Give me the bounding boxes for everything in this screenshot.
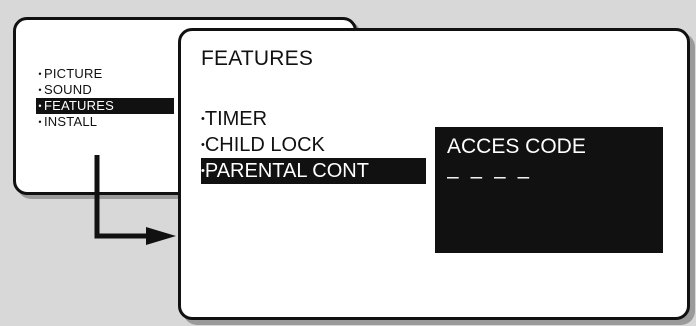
access-code-label: ACCES CODE bbox=[447, 135, 586, 158]
menu-item-label: CHILD LOCK bbox=[204, 134, 325, 156]
menu-item-parental-cont[interactable]: •PARENTAL CONT bbox=[201, 158, 426, 184]
menu-item-label: PARENTAL CONT bbox=[204, 160, 369, 182]
menu-item-child-lock[interactable]: •CHILD LOCK bbox=[201, 132, 426, 158]
menu-item-label: TIMER bbox=[204, 108, 268, 130]
features-panel: FEATURES •TIMER •CHILD LOCK •PARENTAL CO… bbox=[178, 28, 690, 320]
page-title: FEATURES bbox=[201, 47, 314, 70]
access-code-box[interactable]: ACCES CODE – – – – bbox=[435, 127, 663, 253]
menu-item-timer[interactable]: •TIMER bbox=[201, 106, 426, 132]
access-code-input[interactable]: – – – – bbox=[447, 165, 532, 189]
features-menu-list: •TIMER •CHILD LOCK •PARENTAL CONT bbox=[201, 106, 426, 184]
